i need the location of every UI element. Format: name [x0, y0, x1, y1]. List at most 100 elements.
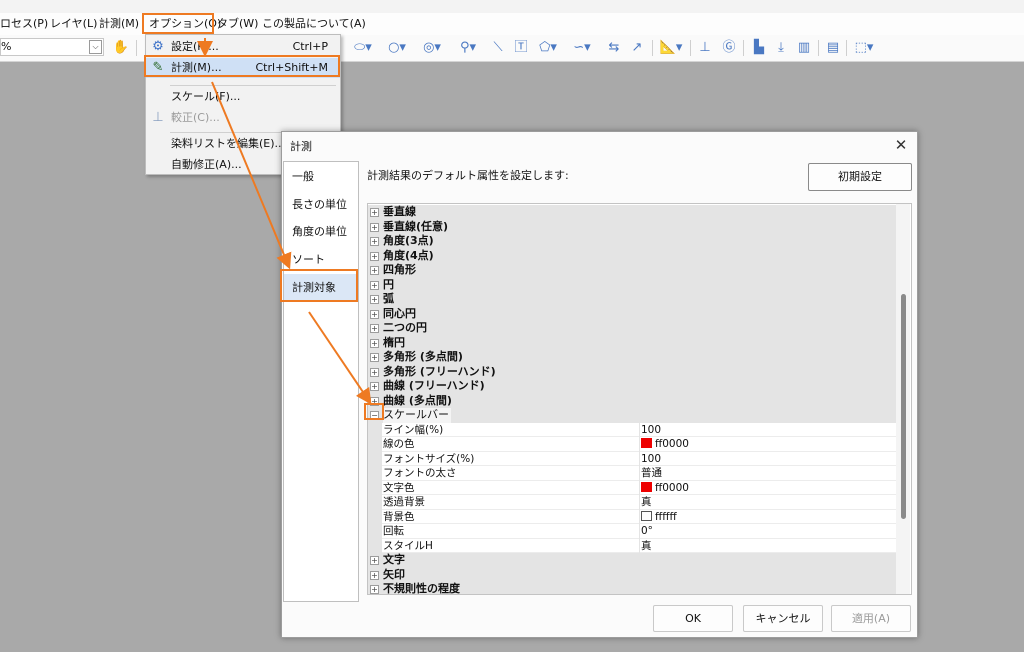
pentagon-icon[interactable]: ⬠▾: [537, 39, 559, 57]
property-value[interactable]: 真: [641, 539, 652, 554]
expand-icon[interactable]: +: [370, 222, 379, 232]
tree-category[interactable]: + 二つの円: [368, 321, 896, 336]
property-value[interactable]: 普通: [641, 466, 662, 481]
property-name: 回転: [383, 525, 404, 537]
expand-icon[interactable]: +: [370, 585, 379, 594]
tree-category[interactable]: + 四角形: [368, 263, 896, 278]
property-value[interactable]: ffffff: [641, 510, 677, 525]
scrollbar-thumb[interactable]: [901, 294, 906, 519]
menu-layer[interactable]: レイヤ(L): [50, 16, 97, 32]
color-swatch: [641, 481, 652, 492]
property-row[interactable]: ライン幅(%) 100: [368, 422, 896, 438]
tree-category[interactable]: + 多角形 (フリーハンド): [368, 364, 896, 379]
menu-separator: [170, 85, 336, 86]
wave-icon[interactable]: ∽▾: [567, 39, 597, 57]
tree-category[interactable]: + 角度(3点): [368, 234, 896, 249]
tree-category-scalebar[interactable]: − スケールバー: [368, 408, 896, 423]
highlight-expand-toggle: [364, 403, 384, 420]
tree-category[interactable]: + 矢印: [368, 567, 896, 582]
tree-category[interactable]: + 垂直線: [368, 205, 896, 220]
cancel-button[interactable]: キャンセル: [743, 605, 823, 632]
g-icon[interactable]: Ⓖ: [720, 39, 738, 57]
expand-icon[interactable]: +: [370, 295, 379, 304]
property-name: 背景色: [383, 510, 415, 523]
vertical-scrollbar[interactable]: [896, 204, 910, 594]
doc-icon[interactable]: ▤: [824, 39, 842, 57]
expand-icon[interactable]: +: [370, 309, 379, 319]
expand-icon[interactable]: +: [370, 208, 379, 217]
property-row[interactable]: スタイルH 真: [368, 538, 896, 554]
tree-category[interactable]: + 曲線 (フリーハンド): [368, 379, 896, 394]
expand-icon[interactable]: +: [370, 324, 379, 333]
menu-item-calibrate: ⊥ 較正(C)...: [146, 108, 340, 128]
concentric-icon[interactable]: ◎▾: [420, 39, 444, 57]
property-value[interactable]: 真: [641, 495, 652, 510]
hand-icon[interactable]: ✋: [112, 39, 130, 57]
property-row[interactable]: 背景色 ffffff: [368, 509, 896, 525]
menu-tab[interactable]: タブ(W): [217, 16, 258, 32]
export-icon[interactable]: ⬚▾: [851, 39, 877, 57]
property-value[interactable]: 0°: [641, 524, 653, 539]
zoom-combobox[interactable]: % ⌵: [0, 38, 104, 56]
tree-category[interactable]: + 不規則性の程度: [368, 582, 896, 594]
highlight-measure-item: [144, 55, 340, 77]
dimension-icon[interactable]: ⇆: [605, 39, 623, 57]
tree-category[interactable]: + 同心円: [368, 306, 896, 321]
expand-icon[interactable]: +: [370, 556, 379, 565]
expand-icon[interactable]: +: [370, 338, 379, 348]
chevron-down-icon[interactable]: ⌵: [89, 40, 102, 54]
property-row[interactable]: 文字色 ff0000: [368, 480, 896, 496]
highlight-options-menu: [142, 13, 214, 34]
expand-icon[interactable]: +: [370, 266, 379, 275]
tree-category[interactable]: + 曲線 (多点間): [368, 393, 896, 408]
expand-icon[interactable]: +: [370, 382, 379, 391]
expand-icon[interactable]: +: [370, 367, 379, 377]
tree-category[interactable]: + 円: [368, 277, 896, 292]
property-row[interactable]: 透過背景 真: [368, 495, 896, 510]
ruler-icon[interactable]: ▥: [795, 39, 813, 57]
reset-defaults-button[interactable]: 初期設定: [808, 163, 912, 191]
link-icon[interactable]: ⚲▾: [456, 39, 480, 57]
ok-button[interactable]: OK: [653, 605, 733, 632]
expand-icon[interactable]: +: [370, 570, 379, 580]
angle-icon[interactable]: 📐▾: [658, 39, 684, 57]
expand-icon[interactable]: +: [370, 280, 379, 290]
expand-icon[interactable]: +: [370, 237, 379, 246]
expand-icon[interactable]: +: [370, 251, 379, 261]
align-icon[interactable]: ⤓: [772, 39, 790, 57]
property-row[interactable]: フォントの太さ 普通: [368, 466, 896, 481]
menu-process[interactable]: ロセス(P): [0, 16, 48, 32]
menu-item-scale[interactable]: スケール(F)...: [146, 87, 340, 107]
ellipse-icon[interactable]: ⬭▾: [352, 39, 374, 57]
dialog-nav-list: 一般 長さの単位 角度の単位 ソート 計測対象: [283, 161, 359, 602]
apply-button[interactable]: 適用(A): [831, 605, 911, 632]
property-value[interactable]: ff0000: [641, 481, 689, 496]
tree-category[interactable]: + 文字: [368, 553, 896, 568]
tree-category[interactable]: + 多角形 (多点間): [368, 350, 896, 365]
chart-icon[interactable]: ▙: [750, 39, 768, 57]
nav-general[interactable]: 一般: [284, 163, 358, 191]
menu-about[interactable]: この製品について(A): [262, 16, 366, 32]
menu-measure[interactable]: 計測(M): [99, 16, 139, 32]
property-row[interactable]: フォントサイズ(%) 100: [368, 451, 896, 467]
property-row[interactable]: 線の色 ff0000: [368, 437, 896, 452]
menu-item-settings[interactable]: ⚙ 設定(P)... Ctrl+P: [146, 37, 340, 57]
property-value[interactable]: 100: [641, 452, 661, 467]
tree-category[interactable]: + 楕円: [368, 335, 896, 350]
nav-length-unit[interactable]: 長さの単位: [284, 191, 358, 219]
nav-angle-unit[interactable]: 角度の単位: [284, 218, 358, 246]
property-row[interactable]: 回転 0°: [368, 524, 896, 539]
close-icon[interactable]: ✕: [889, 134, 913, 156]
tree-category[interactable]: + 垂直線(任意): [368, 219, 896, 234]
scale-icon[interactable]: ⊥: [696, 39, 714, 57]
expand-icon[interactable]: +: [370, 353, 379, 362]
tree-category[interactable]: + 角度(4点): [368, 248, 896, 263]
property-value[interactable]: 100: [641, 423, 661, 438]
app-top-strip: [0, 0, 1024, 14]
arrow-icon[interactable]: ↗: [628, 39, 646, 57]
property-value[interactable]: ff0000: [641, 437, 689, 452]
circle-icon[interactable]: ○▾: [386, 39, 408, 57]
line-icon[interactable]: ⟍: [490, 39, 506, 57]
tree-category[interactable]: + 弧: [368, 292, 896, 307]
text-icon[interactable]: 🅃: [513, 39, 529, 57]
